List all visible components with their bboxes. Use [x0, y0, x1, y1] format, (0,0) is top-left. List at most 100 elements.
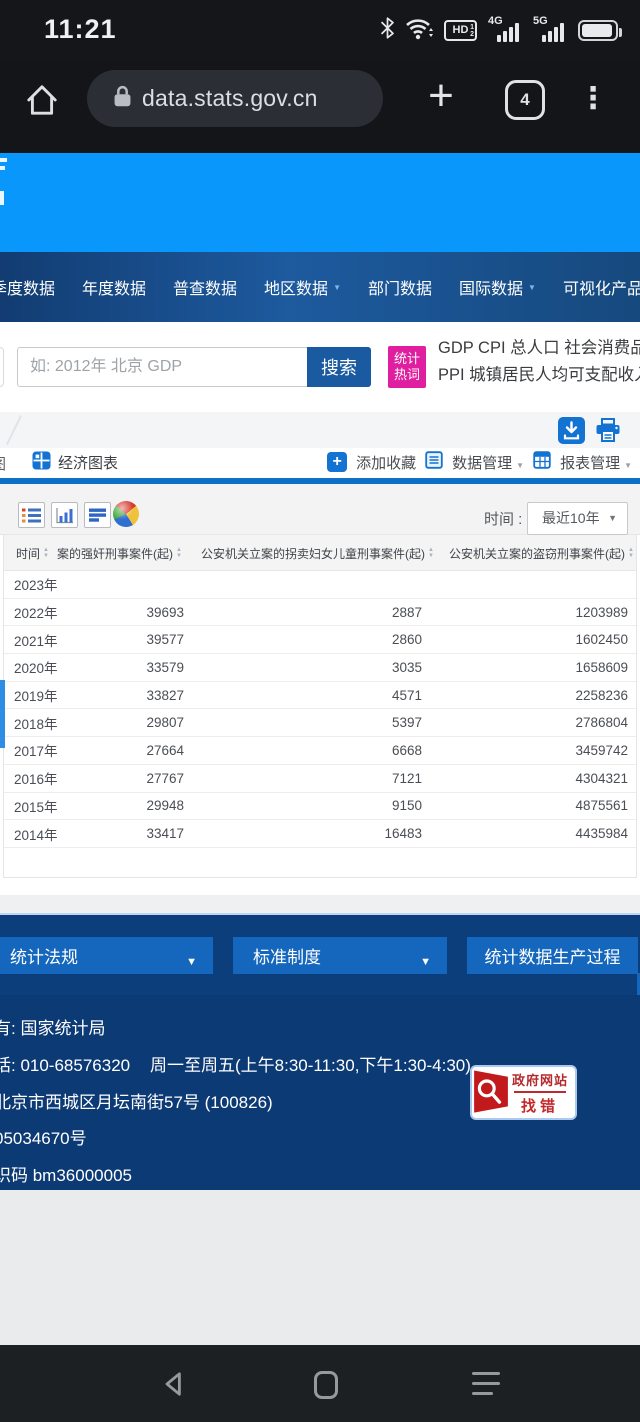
cell-value: 39693 [94, 605, 184, 620]
print-button[interactable] [594, 417, 622, 444]
signal-5g-icon: 5G [533, 17, 567, 43]
url-text: data.stats.gov.cn [142, 85, 318, 112]
cell-year: 2021年 [14, 630, 94, 650]
cell-value: 33417 [94, 826, 184, 841]
cell-year: 2023年 [14, 574, 94, 594]
badge-text-bottom: 找错 [521, 1095, 559, 1116]
footer-dropdown-standards[interactable]: 标准制度 [233, 937, 447, 974]
pie-chart-view-button[interactable] [113, 501, 139, 527]
time-filter-dropdown[interactable]: 最近10年 [527, 502, 628, 535]
cell-value: 1203989 [422, 605, 628, 620]
cell-value: 2887 [184, 605, 422, 620]
cell-value: 9150 [184, 798, 422, 813]
cell-year: 2019年 [14, 685, 94, 705]
header-trafficking-cases[interactable]: 公安机关立案的拐卖妇女儿童刑事案件(起) [201, 535, 434, 571]
nav-item-quarterly[interactable]: 季度数据 [0, 275, 55, 299]
cell-value: 2258236 [422, 688, 628, 703]
nav-item-annual[interactable]: 年度数据 [82, 275, 146, 299]
url-bar[interactable]: data.stats.gov.cn [87, 70, 383, 127]
cell-year: 2017年 [14, 740, 94, 760]
cell-value: 33579 [94, 660, 184, 675]
sort-icon[interactable] [43, 547, 49, 559]
cell-value: 29807 [94, 715, 184, 730]
add-favorite-icon[interactable] [327, 452, 347, 472]
footer-info: 有: 国家统计局 话: 010-68576320 周一至周五(上午8:30-11… [0, 995, 640, 1190]
report-manage-icon [533, 451, 551, 473]
table-row: 2018年2980753972786804 [4, 709, 636, 737]
cell-value: 1658609 [422, 660, 628, 675]
tab-bar: 图 经济图表 添加收藏 数据管理 报表管理 [0, 448, 640, 478]
cell-value: 4304321 [422, 771, 628, 786]
table-row: 2021年3957728601602450 [4, 626, 636, 654]
home-nav-button[interactable] [314, 1371, 338, 1399]
cell-year: 2022年 [14, 602, 94, 622]
export-strip [0, 412, 640, 448]
hot-words-line1[interactable]: GDP CPI 总人口 社会消费品零 [438, 335, 640, 362]
tab-economic-charts[interactable]: 经济图表 [32, 451, 118, 474]
list-view-button[interactable] [18, 502, 45, 528]
site-banner [0, 153, 640, 252]
nav-item-international[interactable]: 国际数据 [459, 275, 536, 299]
clipped-element [0, 347, 4, 387]
hot-words-links[interactable]: GDP CPI 总人口 社会消费品零 PPI 城镇居民人均可支配收入 [438, 335, 640, 395]
sort-icon[interactable] [628, 547, 634, 559]
chevron-down-icon [420, 950, 431, 970]
header-rape-cases[interactable]: 案的强奸刑事案件(起) [57, 535, 182, 571]
cell-value: 1602450 [422, 632, 628, 647]
footer-phone: 话: 010-68576320 [0, 1051, 130, 1076]
badge-divider [514, 1091, 566, 1093]
table-row: 2015年2994891504875561 [4, 793, 636, 821]
search-input[interactable] [17, 347, 307, 387]
search-button[interactable]: 搜索 [307, 347, 371, 387]
site-nav: 季度数据 年度数据 普查数据 地区数据 部门数据 国际数据 可视化产品 [0, 252, 640, 322]
cell-value: 16483 [184, 826, 422, 841]
nav-item-visualization[interactable]: 可视化产品 [563, 275, 640, 299]
add-favorite-button[interactable]: 添加收藏 [356, 452, 416, 473]
data-manage-button[interactable]: 数据管理 [452, 452, 524, 473]
table-row: 2022年3969328871203989 [4, 599, 636, 627]
report-manage-button[interactable]: 报表管理 [560, 452, 632, 473]
sort-icon[interactable] [428, 547, 434, 559]
tab-count-button[interactable]: 4 [505, 80, 545, 120]
cell-year: 2014年 [14, 824, 94, 844]
scroll-indicator[interactable] [0, 680, 5, 748]
hbar-view-button[interactable] [84, 502, 111, 528]
footer-link-production[interactable]: 统计数据生产过程 [467, 937, 638, 974]
cell-value: 5397 [184, 715, 422, 730]
chevron-down-icon [186, 950, 197, 970]
cell-year: 2015年 [14, 796, 94, 816]
nav-item-census[interactable]: 普查数据 [173, 275, 237, 299]
badge-text-top: 政府网站 [512, 1070, 568, 1089]
phone-screen: 11:21 HD12 4G 5G [0, 0, 640, 1422]
cell-value: 33827 [94, 688, 184, 703]
header-theft-cases[interactable]: 公安机关立案的盗窃刑事案件(起) [449, 535, 634, 571]
clipped-tab-label[interactable]: 图 [0, 453, 6, 474]
nav-item-regional[interactable]: 地区数据 [264, 275, 341, 299]
browser-home-button[interactable] [24, 82, 60, 118]
cell-value: 7121 [184, 771, 422, 786]
hot-words-line2[interactable]: PPI 城镇居民人均可支配收入 [438, 362, 640, 389]
table-row: 2019年3382745712258236 [4, 682, 636, 710]
chart-grid-icon [32, 451, 51, 474]
banner-fragment [0, 158, 7, 162]
browser-menu-button[interactable] [578, 74, 608, 126]
browser-toolbar: data.stats.gov.cn 4 [0, 60, 640, 153]
bluetooth-icon [381, 17, 394, 44]
banner-fragment [0, 191, 4, 205]
nav-item-department[interactable]: 部门数据 [368, 275, 432, 299]
header-time[interactable]: 时间 [16, 535, 49, 571]
recents-menu-button[interactable] [472, 1372, 500, 1395]
bar-chart-view-button[interactable] [51, 502, 78, 528]
cell-value: 4571 [184, 688, 422, 703]
gov-error-report-badge[interactable]: 政府网站 找错 [470, 1065, 577, 1120]
download-button[interactable] [558, 417, 585, 444]
section-divider [0, 895, 640, 913]
cell-value: 3035 [184, 660, 422, 675]
cell-year: 2020年 [14, 657, 94, 677]
back-button[interactable] [160, 1370, 188, 1403]
sort-icon[interactable] [176, 547, 182, 559]
new-tab-button[interactable] [418, 66, 464, 130]
footer-dropdown-laws[interactable]: 统计法规 [0, 937, 213, 974]
footer-hours: 周一至周五(上午8:30-11:30,下午1:30-4:30) [150, 1051, 471, 1076]
footer-icp: 05034670号 [0, 1124, 87, 1149]
